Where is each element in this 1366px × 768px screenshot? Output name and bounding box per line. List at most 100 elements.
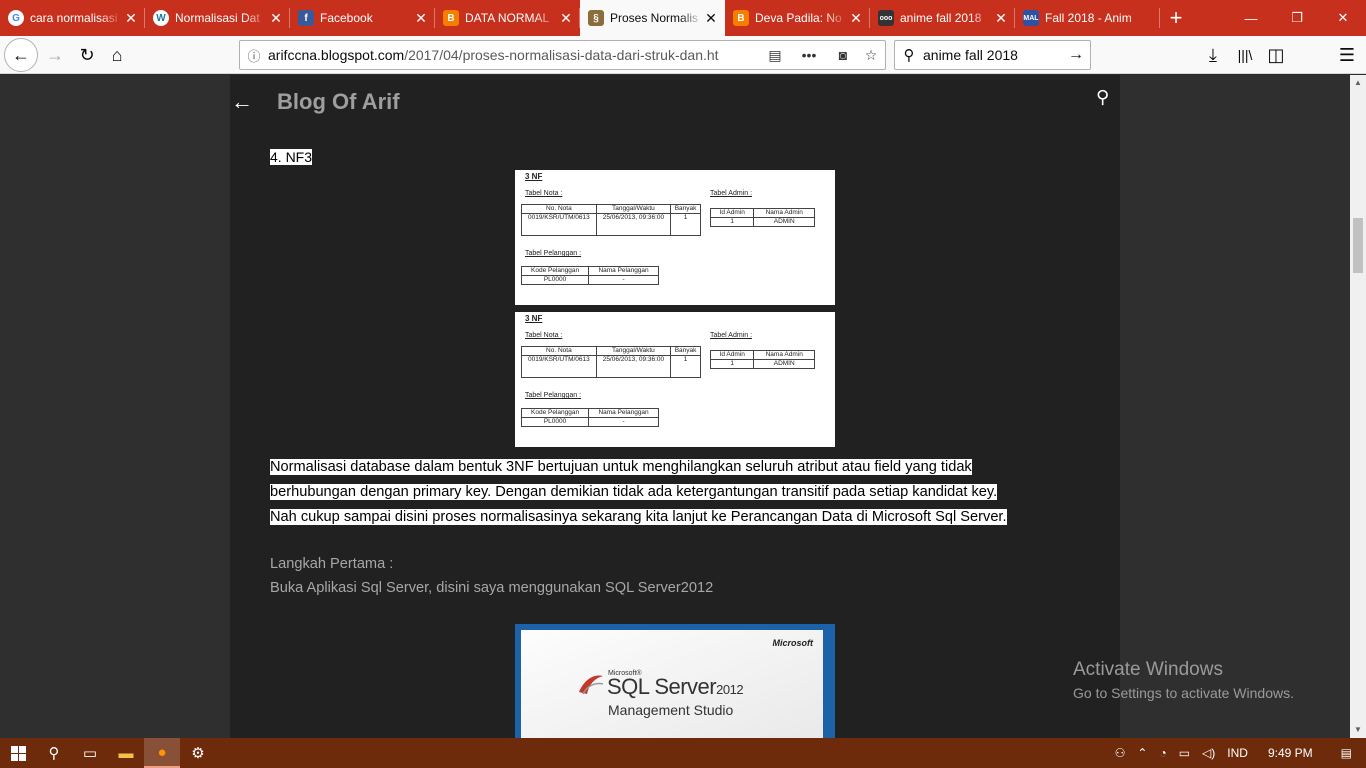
figure-3nf-1: 3 NF Tabel Nota : Tabel Admin : No. Nota… — [515, 170, 835, 305]
table-header: Tanggal/Waktu — [595, 204, 672, 214]
search-go-icon[interactable]: → — [1062, 46, 1090, 64]
language-indicator[interactable]: IND — [1221, 746, 1254, 760]
table-header: Kode Pelanggan — [520, 266, 590, 276]
table-cell: ADMIN — [753, 359, 815, 369]
battery-icon[interactable]: ▭ — [1173, 746, 1196, 760]
table-header: Kode Pelanggan — [520, 408, 590, 418]
table-header: Tanggal/Waktu — [595, 346, 672, 356]
tab-0[interactable]: G cara normalisasi ✕ — [0, 0, 145, 36]
product-version: 2012 — [716, 682, 744, 697]
paragraph-line: berhubungan dengan primary key. Dengan d… — [270, 484, 998, 500]
table-header: Banyak — [670, 346, 701, 356]
table-header: Id Admin — [709, 208, 755, 218]
app-icon[interactable]: ⚙ — [180, 738, 216, 768]
windows-start-icon[interactable] — [0, 738, 36, 768]
table-cell: 1 — [670, 213, 701, 236]
info-icon[interactable]: ⓘ — [240, 46, 268, 65]
pocket-icon[interactable]: ◙ — [829, 47, 857, 63]
table-cell: 25/06/2013, 09:36:00 — [595, 213, 672, 236]
table-header: Nama Admin — [753, 350, 815, 360]
reload-button[interactable]: ↻ — [72, 40, 102, 70]
close-icon[interactable]: ✕ — [993, 10, 1009, 27]
tab-strip: G cara normalisasi ✕ W Normalisasi Dat ✕… — [0, 0, 1366, 36]
restore-icon[interactable]: ❐ — [1274, 0, 1320, 36]
tab-7[interactable]: MAL Fall 2018 - Anim — [1015, 0, 1160, 36]
bookmark-star-icon[interactable]: ☆ — [857, 47, 885, 64]
tabel-pelanggan-table: Kode Pelanggan Nama Pelanggan PL0000 - — [520, 266, 659, 285]
tabel-admin-label: Tabel Admin : — [710, 332, 753, 339]
tab-4[interactable]: § Proses Normalis ✕ — [580, 0, 725, 36]
back-button[interactable]: ← — [4, 38, 38, 72]
close-icon[interactable]: ✕ — [848, 10, 864, 27]
figure-title: 3 NF — [525, 314, 543, 323]
table-header: Nama Admin — [753, 208, 815, 218]
home-button[interactable]: ⌂ — [102, 40, 132, 70]
close-icon[interactable]: ✕ — [268, 10, 284, 27]
close-icon[interactable]: ✕ — [558, 10, 574, 27]
tab-1[interactable]: W Normalisasi Dat ✕ — [145, 0, 290, 36]
close-icon[interactable]: ✕ — [703, 10, 719, 27]
close-icon[interactable]: ✕ — [123, 10, 139, 27]
system-tray: ⚇ ⌃ ◔ ▭ ◁) IND 9:49 PM ▤ — [1109, 738, 1366, 768]
table-cell: PL0000 — [520, 275, 590, 285]
tabel-nota-label: Tabel Nota : — [525, 190, 563, 197]
notifications-icon[interactable]: ▤ — [1327, 746, 1366, 760]
scroll-up-icon[interactable]: ▲ — [1350, 75, 1366, 91]
tabel-admin-label: Tabel Admin : — [710, 190, 753, 197]
tab-6[interactable]: ooo anime fall 2018 ✕ — [870, 0, 1015, 36]
table-header: Nama Pelanggan — [588, 266, 659, 276]
file-explorer-icon[interactable]: ▬ — [108, 738, 144, 768]
volume-icon[interactable]: ◁) — [1196, 746, 1221, 760]
post-paragraph: Normalisasi database dalam bentuk 3NF be… — [270, 455, 1080, 530]
chevron-up-icon[interactable]: ⌃ — [1131, 746, 1153, 760]
table-cell: 0019/KSR/UTM/0613 — [521, 355, 597, 378]
tab-2[interactable]: f Facebook ✕ — [290, 0, 435, 36]
search-icon[interactable]: ⚲ — [36, 738, 72, 768]
tab-5[interactable]: B Deva Padila: No ✕ — [725, 0, 870, 36]
table-header: Banyak — [670, 204, 701, 214]
tabel-nota-label: Tabel Nota : — [525, 332, 563, 339]
scrollbar-thumb[interactable] — [1353, 218, 1363, 273]
reader-view-icon[interactable]: ▤ — [761, 47, 789, 64]
firefox-icon[interactable]: ● — [144, 738, 180, 768]
table-header: No. Nota — [521, 346, 597, 356]
library-icon[interactable]: |||\ — [1230, 40, 1260, 70]
search-box[interactable]: ⚲ anime fall 2018 → — [894, 40, 1091, 70]
task-view-icon[interactable]: ▭ — [72, 738, 108, 768]
blogger-icon: B — [443, 10, 459, 26]
clock[interactable]: 9:49 PM — [1254, 746, 1327, 760]
wifi-icon[interactable]: ◔ — [1153, 746, 1172, 760]
table-cell: 1 — [709, 217, 755, 227]
splash-subtitle: Management Studio — [608, 702, 734, 718]
forward-button[interactable]: → — [40, 40, 70, 70]
url-text[interactable]: arifccna.blogspot.com/2017/04/proses-nor… — [268, 47, 761, 63]
tab-3[interactable]: B DATA NORMAL ✕ — [435, 0, 580, 36]
windows-taskbar: ⚲ ▭ ▬ ● ⚙ ⚇ ⌃ ◔ ▭ ◁) IND 9:49 PM ▤ — [0, 738, 1366, 768]
back-arrow-icon[interactable]: ← — [230, 89, 254, 114]
new-tab-button[interactable]: + — [1160, 0, 1192, 36]
search-icon[interactable]: ⚲ — [1096, 87, 1109, 108]
tab-title: Fall 2018 - Anim — [1045, 11, 1132, 25]
google-icon: G — [8, 10, 24, 26]
search-input[interactable]: anime fall 2018 — [923, 47, 1062, 63]
stamp-icon: § — [588, 10, 604, 26]
download-icon[interactable]: ⤓ — [1198, 40, 1228, 70]
page-actions-icon[interactable]: ••• — [789, 47, 829, 63]
close-window-icon[interactable]: ✕ — [1320, 0, 1366, 36]
table-header: Id Admin — [709, 350, 755, 360]
people-icon[interactable]: ⚇ — [1109, 746, 1132, 760]
product-name: SQL Server — [607, 674, 717, 699]
table-header: Nama Pelanggan — [588, 408, 659, 418]
vertical-scrollbar[interactable]: ▲ ▼ — [1350, 75, 1366, 738]
url-path: /2017/04/proses-normalisasi-data-dari-st… — [404, 47, 719, 63]
minimize-icon[interactable]: — — [1228, 0, 1274, 36]
table-cell: - — [588, 417, 659, 427]
window-controls: — ❐ ✕ — [1228, 0, 1366, 36]
scroll-down-icon[interactable]: ▼ — [1350, 722, 1366, 738]
figure-title: 3 NF — [525, 172, 543, 181]
sidebar-icon[interactable]: ◫ — [1261, 40, 1291, 70]
menu-icon[interactable]: ☰ — [1332, 40, 1362, 70]
url-bar[interactable]: ⓘ arifccna.blogspot.com/2017/04/proses-n… — [239, 40, 886, 70]
blog-title[interactable]: Blog Of Arif — [277, 89, 400, 115]
close-icon[interactable]: ✕ — [413, 10, 429, 27]
